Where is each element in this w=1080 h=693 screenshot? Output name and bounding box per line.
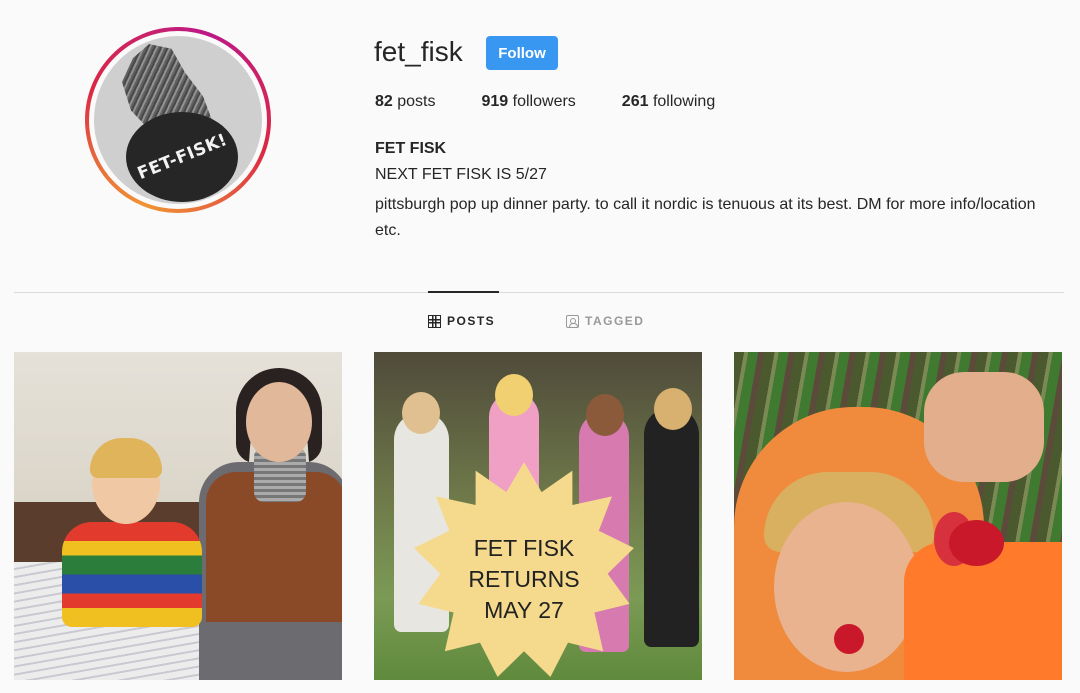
photo-woman-face — [246, 382, 312, 462]
avatar-logo-text: FET-FISK! — [134, 129, 230, 185]
tab-posts-label: POSTS — [447, 314, 496, 328]
stat-following-count: 261 — [621, 93, 649, 110]
stat-posts-count: 82 — [375, 93, 393, 110]
photo-dancer — [644, 407, 699, 647]
tabs-divider — [14, 292, 1064, 293]
photo-dancer-head — [654, 388, 692, 430]
grid-icon — [428, 314, 441, 328]
stat-posts-label: posts — [397, 93, 436, 110]
tab-tagged-label: TAGGED — [585, 314, 645, 328]
avatar-border: FET-FISK! — [89, 31, 267, 209]
follow-button[interactable]: Follow — [486, 36, 558, 70]
tag-icon — [566, 314, 579, 328]
post-thumbnail-3[interactable] — [734, 352, 1062, 680]
stat-posts: 82 posts — [375, 93, 436, 111]
photo-dancer-head — [586, 394, 624, 436]
photo-radish — [949, 520, 1004, 566]
profile-full-name: FET FISK — [375, 140, 447, 157]
photo-hand — [924, 372, 1044, 482]
avatar-image: FET-FISK! — [94, 36, 262, 204]
profile-avatar[interactable]: FET-FISK! — [85, 27, 271, 213]
photo-child-sweater — [62, 522, 202, 627]
active-tab-indicator — [428, 291, 499, 293]
stat-followers-label: followers — [512, 93, 576, 110]
post-thumbnail-1[interactable] — [14, 352, 342, 680]
tab-posts[interactable]: POSTS — [428, 314, 495, 328]
profile-stats: 82 posts 919 followers 261 following — [375, 93, 761, 111]
photo-radish — [834, 624, 864, 654]
profile-bio-description: pittsburgh pop up dinner party. to call … — [375, 196, 1036, 239]
photo-dancer-head — [402, 392, 440, 434]
profile-bio-line: NEXT FET FISK IS 5/27 — [375, 166, 547, 183]
post-thumbnail-2[interactable]: FET FISK RETURNS MAY 27 — [374, 352, 702, 680]
tab-tagged[interactable]: TAGGED — [566, 314, 644, 328]
profile-username: fet_fisk — [374, 36, 463, 67]
stat-following[interactable]: 261 following — [622, 93, 715, 111]
photo-dancer-head — [495, 374, 533, 416]
announcement-text: FET FISK RETURNS MAY 27 — [468, 535, 580, 623]
stat-following-label: following — [652, 93, 716, 110]
stat-followers-count: 919 — [481, 93, 509, 110]
stat-followers[interactable]: 919 followers — [482, 93, 576, 111]
avatar-logo-badge: FET-FISK! — [126, 112, 238, 202]
